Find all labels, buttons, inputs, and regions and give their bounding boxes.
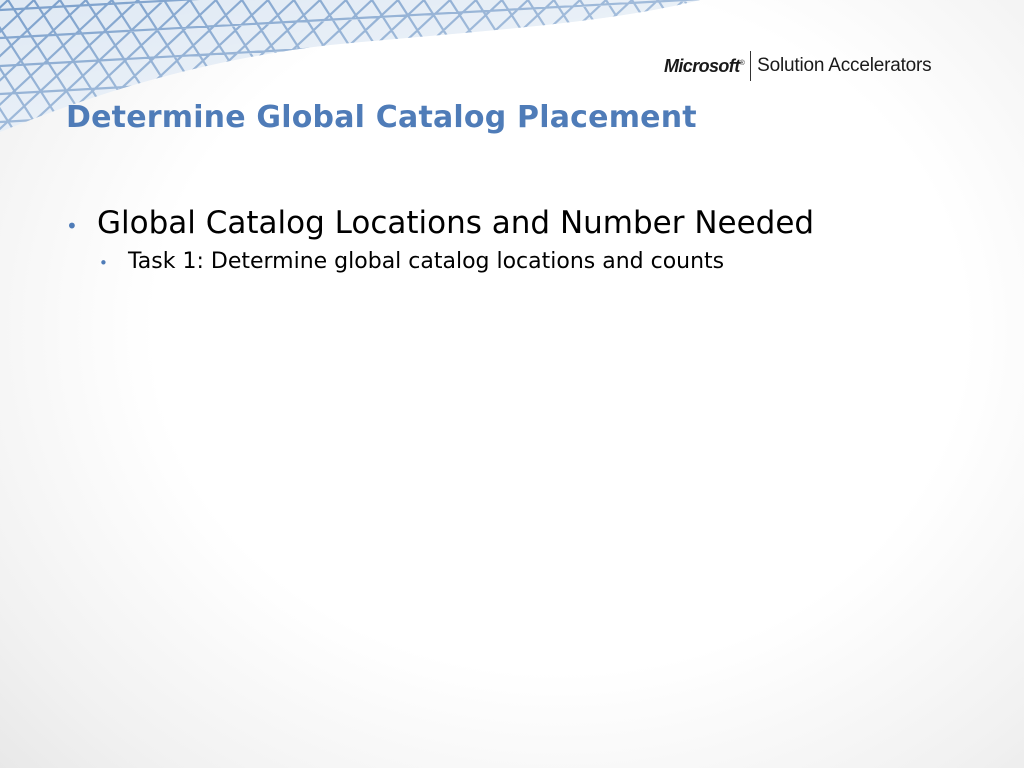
- slide-title: Determine Global Catalog Placement: [66, 100, 697, 135]
- sub-bullet-text: Task 1: Determine global catalog locatio…: [128, 249, 725, 274]
- bullet-item: • Global Catalog Locations and Number Ne…: [66, 205, 814, 241]
- slide: Microsoft® Solution Accelerators Determi…: [0, 0, 1024, 768]
- bullet-icon: •: [66, 214, 78, 238]
- bullet-list: • Global Catalog Locations and Number Ne…: [66, 205, 814, 274]
- brand-logo: Microsoft® Solution Accelerators: [664, 50, 932, 82]
- brand-divider: [750, 51, 752, 81]
- microsoft-logo: Microsoft®: [664, 55, 745, 76]
- product-name: Solution Accelerators: [757, 55, 932, 76]
- sub-bullet-item: • Task 1: Determine global catalog locat…: [66, 249, 814, 274]
- bullet-text: Global Catalog Locations and Number Need…: [97, 205, 815, 241]
- bullet-icon: •: [99, 254, 108, 272]
